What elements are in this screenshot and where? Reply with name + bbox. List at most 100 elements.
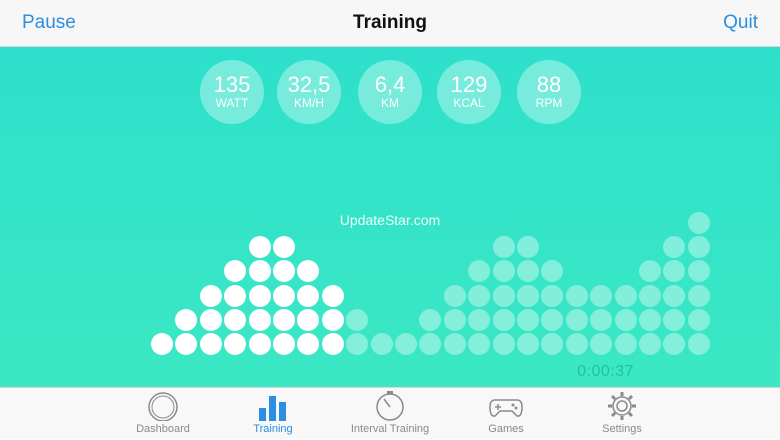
profile-dot: [443, 284, 466, 307]
profile-dot: [273, 308, 295, 331]
tab-dashboard[interactable]: Dashboard: [108, 388, 218, 440]
profile-dot: [614, 308, 637, 331]
profile-dot: [370, 333, 393, 355]
profile-dot: [590, 308, 613, 331]
profile-dot: [297, 284, 320, 307]
profile-dot: [346, 333, 369, 355]
profile-dot: [248, 284, 271, 307]
profile-dot: [273, 236, 295, 259]
profile-dot: [468, 260, 491, 283]
profile-dot: [687, 284, 710, 307]
profile-dot: [517, 284, 539, 307]
profile-dot: [663, 260, 686, 283]
tab-bar: Dashboard Training Interval Training Gam…: [0, 387, 780, 439]
tab-settings[interactable]: Settings: [567, 388, 677, 440]
profile-dot: [248, 260, 271, 283]
profile-dot: [297, 333, 320, 355]
profile-dot: [492, 236, 515, 259]
profile-dot: [590, 284, 613, 307]
profile-dot: [639, 333, 661, 355]
bar-chart-icon: [259, 396, 286, 421]
profile-dot: [639, 284, 661, 307]
profile-dot: [687, 236, 710, 259]
profile-dot: [687, 212, 710, 234]
profile-dot: [395, 333, 417, 355]
gear-icon: [608, 392, 636, 420]
profile-dot: [273, 333, 295, 355]
page-title: Training: [353, 12, 427, 33]
profile-dot: [468, 333, 491, 355]
profile-dot: [687, 260, 710, 283]
profile-dot: [492, 284, 515, 307]
dashboard-gauge-icon: [148, 392, 178, 421]
profile-dot: [541, 260, 564, 283]
profile-dot: [321, 333, 344, 355]
profile-dot: [639, 308, 661, 331]
gamepad-icon: [489, 399, 523, 417]
profile-dot: [199, 308, 222, 331]
tab-training[interactable]: Training: [218, 388, 328, 440]
profile-dot: [248, 308, 271, 331]
profile-dot: [224, 333, 247, 355]
profile-dot: [663, 284, 686, 307]
stopwatch-icon: [376, 391, 404, 421]
profile-dot: [663, 308, 686, 331]
profile-dot: [321, 284, 344, 307]
profile-dot: [565, 308, 588, 331]
profile-dot: [419, 308, 442, 331]
profile-dot: [224, 284, 247, 307]
profile-dot: [273, 260, 295, 283]
profile-dot: [639, 260, 661, 283]
profile-dot: [541, 333, 564, 355]
profile-dot: [297, 308, 320, 331]
profile-dot: [687, 333, 710, 355]
profile-dot: [541, 308, 564, 331]
profile-dot: [492, 333, 515, 355]
profile-dot: [492, 260, 515, 283]
profile-dot: [565, 284, 588, 307]
tab-label: Interval Training: [350, 423, 430, 435]
elapsed-timer: 0:00:37: [577, 363, 634, 380]
profile-dot: [175, 333, 198, 355]
profile-dot: [443, 333, 466, 355]
profile-dot: [517, 236, 539, 259]
profile-dot: [248, 333, 271, 355]
tab-label: Training: [253, 423, 293, 435]
profile-dot: [565, 333, 588, 355]
profile-dot: [590, 333, 613, 355]
profile-dot: [663, 333, 686, 355]
profile-dot: [687, 308, 710, 331]
profile-dot: [273, 284, 295, 307]
training-view: 135 WATT 32,5 KM/H 6,4 KM 129 KCAL 88 RP…: [0, 47, 780, 387]
profile-dot: [614, 284, 637, 307]
profile-dot: [151, 333, 173, 355]
profile-dot: [297, 260, 320, 283]
tab-label: Settings: [602, 423, 642, 435]
profile-dot: [199, 284, 222, 307]
navigation-bar: Pause Training Quit: [0, 0, 780, 47]
tab-label: Dashboard: [136, 423, 190, 435]
tab-interval-training[interactable]: Interval Training: [335, 388, 445, 440]
profile-dot: [175, 308, 198, 331]
profile-dot: [224, 260, 247, 283]
profile-dot: [346, 308, 369, 331]
training-profile-chart: [0, 47, 780, 387]
profile-dot: [517, 333, 539, 355]
profile-dot: [517, 308, 539, 331]
tab-games[interactable]: Games: [451, 388, 561, 440]
profile-dot: [663, 236, 686, 259]
quit-button[interactable]: Quit: [723, 12, 758, 34]
profile-dot: [199, 333, 222, 355]
profile-dot: [321, 308, 344, 331]
tab-label: Games: [488, 423, 524, 435]
profile-dot: [468, 284, 491, 307]
profile-dot: [224, 308, 247, 331]
profile-dot: [614, 333, 637, 355]
profile-dot: [443, 308, 466, 331]
profile-dot: [248, 236, 271, 259]
profile-dot: [541, 284, 564, 307]
profile-dot: [468, 308, 491, 331]
profile-dot: [517, 260, 539, 283]
profile-dot: [492, 308, 515, 331]
profile-dot: [419, 333, 442, 355]
